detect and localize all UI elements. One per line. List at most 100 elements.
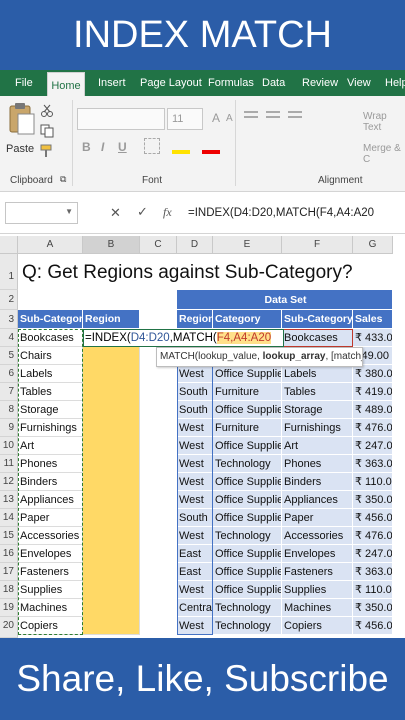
category-cell[interactable]: Office Supplies [213, 437, 282, 455]
sub-category-cell[interactable]: Binders [282, 473, 353, 491]
sales-cell[interactable]: ₹ 476.00 [353, 419, 393, 437]
region-cell[interactable]: West [177, 437, 213, 455]
sales-cell[interactable]: ₹ 350.00 [353, 599, 393, 617]
region-cell[interactable]: East [177, 563, 213, 581]
sub-category-cell[interactable]: Accessories [282, 527, 353, 545]
row-header[interactable]: 12 [0, 473, 18, 491]
category-cell[interactable]: Office Supplies [213, 545, 282, 563]
merge-center-button[interactable]: Merge & C [363, 143, 405, 165]
sub-category-cell[interactable]: Chairs [18, 347, 83, 365]
sub-category-cell[interactable]: Phones [18, 455, 83, 473]
row-header[interactable]: 3 [0, 310, 18, 329]
underline-button[interactable]: U [118, 140, 127, 154]
column-header-e[interactable]: E [213, 236, 282, 254]
sub-category-cell[interactable]: Bookcases [282, 329, 353, 347]
region-cell[interactable]: West [177, 527, 213, 545]
category-cell[interactable]: Technology [213, 455, 282, 473]
sub-category-cell[interactable]: Appliances [18, 491, 83, 509]
category-cell[interactable]: Technology [213, 599, 282, 617]
sub-category-cell[interactable]: Paper [18, 509, 83, 527]
sub-category-cell[interactable]: Machines [282, 599, 353, 617]
cut-icon[interactable] [40, 104, 54, 118]
category-cell[interactable]: Office Supplies [213, 365, 282, 383]
region-cell[interactable]: West [177, 617, 213, 635]
row-header[interactable]: 14 [0, 509, 18, 527]
sales-cell[interactable]: ₹ 363.00 [353, 563, 393, 581]
category-cell[interactable]: Furniture [213, 419, 282, 437]
tab-home[interactable]: Home [47, 72, 85, 96]
dataset-header-region[interactable]: Region [177, 310, 213, 329]
row-header[interactable]: 15 [0, 527, 18, 545]
align-lines-icon[interactable] [244, 108, 324, 124]
category-cell[interactable]: Office Supplies [213, 401, 282, 419]
sub-category-cell[interactable]: Binders [18, 473, 83, 491]
row-header[interactable]: 6 [0, 365, 18, 383]
select-all-corner[interactable] [0, 236, 18, 254]
column-header-c[interactable]: C [140, 236, 177, 254]
category-cell[interactable]: Office Supplies [213, 581, 282, 599]
copy-icon[interactable] [40, 124, 54, 138]
sub-category-cell[interactable]: Bookcases [18, 329, 83, 347]
header-sub-category[interactable]: Sub-Category [18, 310, 83, 329]
region-cell[interactable]: South [177, 509, 213, 527]
sub-category-cell[interactable]: Tables [282, 383, 353, 401]
region-cell[interactable]: West [177, 491, 213, 509]
tab-help[interactable]: Help [385, 70, 405, 96]
sub-category-cell[interactable]: Copiers [282, 617, 353, 635]
column-header-d[interactable]: D [177, 236, 213, 254]
sales-cell[interactable]: ₹ 456.00 [353, 509, 393, 527]
dataset-title[interactable]: Data Set [177, 290, 393, 310]
tab-insert[interactable]: Insert [98, 70, 126, 96]
paste-button[interactable]: Paste [6, 102, 38, 162]
column-header-g[interactable]: G [353, 236, 393, 254]
column-header-f[interactable]: F [282, 236, 353, 254]
sales-cell[interactable]: ₹ 476.00 [353, 527, 393, 545]
dialog-launcher-icon[interactable]: ⧉ [60, 174, 66, 185]
row-header[interactable]: 9 [0, 419, 18, 437]
sub-category-cell[interactable]: Storage [282, 401, 353, 419]
region-cell[interactable]: West [177, 419, 213, 437]
sub-category-cell[interactable]: Labels [18, 365, 83, 383]
sales-cell[interactable]: ₹ 350.00 [353, 491, 393, 509]
category-cell[interactable]: Furniture [213, 383, 282, 401]
sales-cell[interactable]: ₹ 489.00 [353, 401, 393, 419]
region-cell[interactable]: East [177, 545, 213, 563]
region-cell[interactable]: Central [177, 599, 213, 617]
category-cell[interactable]: Office Supplies [213, 563, 282, 581]
active-cell-b4[interactable]: =INDEX(D4:D20,MATCH(F4,A4:A20 [83, 329, 284, 347]
row-header[interactable]: 1 [0, 254, 18, 290]
sub-category-cell[interactable]: Accessories [18, 527, 83, 545]
font-color-icon[interactable] [202, 150, 220, 154]
italic-button[interactable]: I [101, 140, 104, 154]
sales-cell[interactable]: ₹ 110.00 [353, 581, 393, 599]
borders-icon[interactable] [144, 138, 160, 154]
row-header[interactable]: 13 [0, 491, 18, 509]
sales-cell[interactable]: ₹ 419.00 [353, 383, 393, 401]
sub-category-cell[interactable]: Furnishings [282, 419, 353, 437]
cancel-icon[interactable]: ✕ [110, 205, 121, 221]
format-painter-icon[interactable] [40, 144, 54, 158]
tab-review[interactable]: Review [302, 70, 338, 96]
decrease-font-icon[interactable]: A [226, 113, 233, 124]
sub-category-cell[interactable]: Envelopes [18, 545, 83, 563]
row-header[interactable]: 8 [0, 401, 18, 419]
row-header[interactable]: 17 [0, 563, 18, 581]
sub-category-cell[interactable]: Paper [282, 509, 353, 527]
tab-data[interactable]: Data [262, 70, 285, 96]
header-region[interactable]: Region [83, 310, 140, 329]
sales-cell[interactable]: ₹ 456.00 [353, 617, 393, 635]
sub-category-cell[interactable]: Tables [18, 383, 83, 401]
tab-view[interactable]: View [347, 70, 371, 96]
region-cell[interactable]: South [177, 401, 213, 419]
row-header[interactable]: 11 [0, 455, 18, 473]
sub-category-cell[interactable]: Fasteners [18, 563, 83, 581]
sales-cell[interactable]: ₹ 247.00 [353, 545, 393, 563]
category-cell[interactable]: Technology [213, 617, 282, 635]
sales-cell[interactable]: ₹ 433.00 [353, 329, 393, 347]
sub-category-cell[interactable]: Storage [18, 401, 83, 419]
tab-file[interactable]: File [15, 70, 33, 96]
sub-category-cell[interactable]: Supplies [282, 581, 353, 599]
sub-category-cell[interactable]: Supplies [18, 581, 83, 599]
region-cell[interactable]: West [177, 455, 213, 473]
row-header[interactable]: 2 [0, 290, 18, 310]
